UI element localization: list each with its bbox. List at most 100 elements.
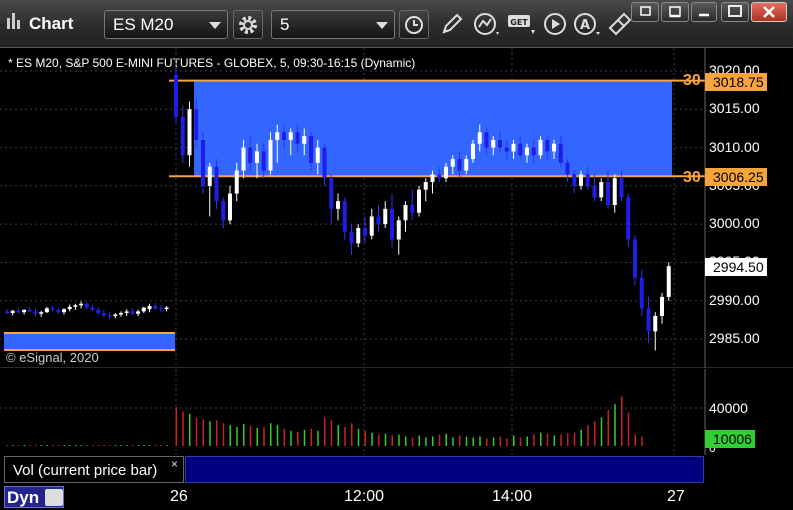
candle-body	[282, 132, 286, 140]
volume-pane[interactable]	[0, 369, 793, 455]
price-axis-label: 3015.00	[709, 100, 760, 117]
candle-body	[565, 162, 570, 175]
candle-body	[619, 178, 624, 198]
price-pane[interactable]	[0, 48, 793, 368]
candle-body	[417, 189, 421, 213]
volume-bar	[317, 430, 319, 446]
candle-body	[228, 193, 232, 221]
candle	[16, 308, 21, 314]
copyright-text: © eSignal, 2020	[6, 350, 99, 365]
dynamic-mode-button[interactable]: Dyn	[4, 486, 64, 508]
restore-icon	[640, 6, 651, 16]
volume-bar	[12, 445, 14, 446]
candle-body	[124, 311, 129, 313]
candle-body	[153, 306, 158, 309]
clock-button[interactable]	[399, 10, 429, 39]
symbol-value: ES M20	[113, 15, 174, 34]
study-bar[interactable]	[185, 456, 704, 483]
volume-bar	[256, 427, 258, 446]
volume-bar	[526, 436, 528, 446]
volume-bar	[634, 434, 636, 446]
window-mode-icon	[699, 13, 709, 17]
candle	[5, 309, 9, 315]
chevron-down-icon[interactable]	[209, 22, 221, 29]
candle-body	[255, 151, 259, 163]
settings-gear-button[interactable]	[233, 10, 263, 39]
volume-bar	[519, 437, 522, 446]
candle	[90, 305, 95, 312]
volume-bar	[143, 445, 145, 446]
volume-bar	[432, 436, 434, 446]
candle-body	[336, 201, 340, 209]
volume-bar	[506, 438, 508, 446]
symbol-combo[interactable]: ES M20	[104, 10, 228, 39]
candle-body	[248, 147, 253, 163]
lock-icon[interactable]	[45, 489, 63, 506]
close-button[interactable]	[751, 2, 787, 22]
pencil-draw-icon[interactable]	[438, 10, 466, 39]
candle-body	[158, 308, 163, 310]
volume-bar	[627, 412, 630, 446]
candle-body	[356, 227, 361, 244]
time-axis-label: 27	[667, 488, 685, 505]
candle-body	[221, 201, 226, 221]
candle-body	[363, 227, 367, 236]
candle-body	[457, 159, 462, 171]
get-data-icon[interactable]: GET	[506, 10, 538, 39]
restore-button[interactable]	[631, 2, 659, 22]
candle-body	[484, 132, 489, 148]
candle-body	[552, 143, 556, 152]
candle-body	[214, 166, 219, 202]
candle-body	[410, 205, 415, 213]
volume-bar	[52, 445, 54, 446]
volume-bar	[103, 445, 105, 446]
volume-bar	[120, 445, 122, 446]
candle-body	[606, 182, 610, 205]
volume-bar	[97, 445, 100, 446]
candle-body	[101, 312, 106, 316]
study-icon[interactable]	[472, 10, 504, 39]
study-close-icon[interactable]: ×	[171, 457, 178, 471]
settings-gear-icon	[239, 16, 257, 34]
candle-body	[329, 178, 334, 209]
candle-body	[579, 174, 583, 186]
interval-combo[interactable]: 5	[271, 10, 395, 39]
volume-bar	[6, 445, 8, 446]
candle-body	[147, 306, 152, 310]
minimize-icon	[669, 6, 681, 18]
link-icon[interactable]	[604, 10, 632, 39]
maximize-button[interactable]	[721, 2, 749, 22]
candle	[130, 308, 135, 316]
volume-bar	[175, 407, 177, 446]
candle	[39, 310, 44, 317]
candle-body	[525, 147, 529, 156]
candle	[147, 303, 152, 313]
candle-body	[22, 309, 27, 313]
candle-body	[136, 311, 141, 314]
chevron-down-icon[interactable]	[376, 22, 388, 29]
volume-bar	[337, 425, 339, 446]
candle-body	[187, 109, 192, 156]
study-label[interactable]: Vol (current price bar)	[4, 456, 184, 483]
candle-body	[477, 132, 482, 144]
candle-body	[444, 166, 448, 179]
minimize-button[interactable]	[661, 2, 689, 22]
candle	[639, 270, 644, 317]
candle-body	[302, 136, 307, 144]
candle-body	[322, 147, 327, 179]
candle	[79, 301, 84, 309]
time-axis-label: 12:00	[344, 488, 385, 505]
volume-bar	[459, 435, 461, 446]
volume-bar	[330, 420, 333, 446]
alert-icon[interactable]: A	[572, 10, 604, 39]
volume-bar	[486, 438, 488, 446]
candle	[56, 307, 61, 314]
window-mode-button[interactable]	[691, 2, 717, 22]
volume-bar	[263, 427, 265, 446]
candle-body	[56, 309, 61, 313]
candle-body	[585, 174, 590, 186]
play-icon[interactable]	[541, 10, 569, 39]
volume-bar	[131, 445, 134, 446]
candle	[410, 189, 415, 221]
candle-body	[599, 182, 604, 198]
